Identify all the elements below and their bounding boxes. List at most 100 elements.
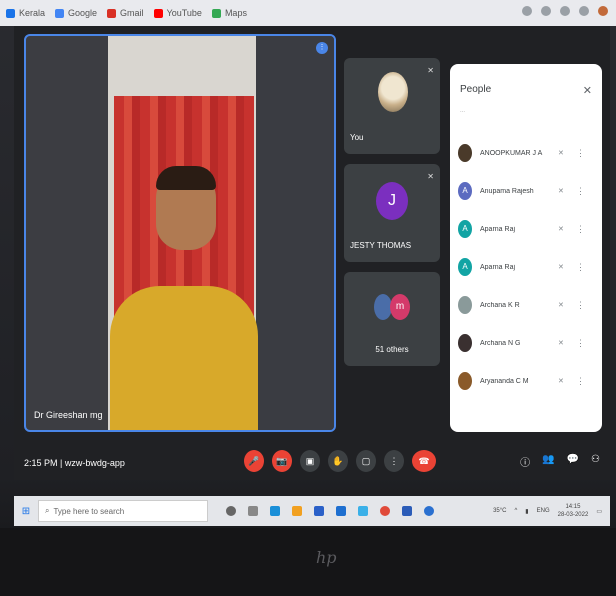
hp-logo: hp (316, 548, 337, 567)
camera-toggle-button[interactable]: 📷 (272, 450, 292, 472)
battery-icon[interactable]: ▮ (525, 508, 528, 515)
cortana-icon[interactable] (226, 506, 236, 516)
explorer-icon[interactable] (314, 506, 324, 516)
search-hint[interactable]: ... (460, 108, 590, 118)
list-item[interactable]: A Aparna Raj ✕ ⋮ (458, 210, 598, 248)
chat-icon[interactable]: 💬 (567, 454, 579, 469)
mic-off-icon: ✕ (558, 150, 564, 157)
raise-hand-button[interactable]: ✋ (328, 450, 348, 472)
search-placeholder: Type here to search (53, 506, 125, 516)
avatar: A (458, 220, 472, 238)
participant-name: Anupama Rajesh (480, 187, 534, 195)
avatar (458, 372, 472, 390)
participant-name: Archana K R (480, 301, 520, 309)
taskbar-search[interactable]: ⌕ Type here to search (38, 500, 208, 522)
mic-off-icon: ✕ (558, 378, 564, 385)
more-options-icon[interactable]: ⋮ (576, 148, 585, 159)
windows-start-icon[interactable]: ⊞ (14, 506, 38, 517)
participant-list: ANOOPKUMAR J A ✕ ⋮ A Anupama Rajesh ✕ ⋮ A Apar… (458, 134, 598, 400)
bookmark-item[interactable]: YouTube (153, 8, 202, 18)
gmail-icon (107, 8, 117, 18)
meeting-controls-bar: 2:15 PM | wzw-bwdg-app 🎤 📷 ▣ ✋ ▢ ⋮ ☎ ⓘ 👥… (14, 446, 610, 480)
weather-text[interactable]: 35°C (493, 508, 506, 514)
avatar: A (458, 258, 472, 276)
list-item[interactable]: A Anupama Rajesh ✕ ⋮ (458, 172, 598, 210)
system-tray: 35°C ^ ▮ ENG 14:15 28-03-2022 ▭ (493, 503, 602, 519)
avatar: m (390, 294, 410, 320)
language-text[interactable]: ENG (537, 508, 550, 514)
meeting-code: wzw-bwdg-app (64, 458, 125, 468)
captions-button[interactable]: ▣ (300, 450, 320, 472)
word-icon[interactable] (402, 506, 412, 516)
profile-avatar[interactable] (598, 6, 608, 16)
notification-icon[interactable]: ▭ (596, 508, 602, 515)
speaker-body (110, 286, 258, 430)
bookmark-item[interactable]: Gmail (107, 8, 144, 18)
people-panel: People ✕ ... ANOOPKUMAR J A ✕ ⋮ A Anupama R… (450, 64, 602, 432)
more-options-icon[interactable]: ⋮ (576, 224, 585, 235)
participant-tile[interactable]: J ✕ JESTY THOMAS (344, 164, 440, 262)
app-icon[interactable] (358, 506, 368, 516)
others-count: 51 others (375, 345, 409, 354)
info-icon[interactable]: ⓘ (520, 454, 530, 469)
participant-name: Aparna Raj (480, 263, 516, 271)
list-item[interactable]: Archana N G ✕ ⋮ (458, 324, 598, 362)
self-video-tile[interactable]: ✕ You (344, 58, 440, 154)
participant-name: Archana N G (480, 339, 521, 347)
present-button[interactable]: ▢ (356, 450, 376, 472)
taskbar-apps (226, 506, 434, 516)
mic-off-icon: ✕ (558, 302, 564, 309)
more-options-button[interactable]: ⋮ (384, 450, 404, 472)
speaker-hair (156, 166, 216, 190)
more-options-icon[interactable]: ⋮ (576, 300, 585, 311)
avatar: J (376, 182, 408, 220)
chevron-up-icon[interactable]: ^ (514, 508, 517, 514)
mic-toggle-button[interactable]: 🎤 (244, 450, 264, 472)
list-item[interactable]: ANOOPKUMAR J A ✕ ⋮ (458, 134, 598, 172)
task-view-icon[interactable] (248, 506, 258, 516)
mail-icon[interactable] (336, 506, 346, 516)
video-shadow (256, 36, 334, 430)
more-options-icon[interactable]: ⋮ (576, 376, 585, 387)
panel-title: People (460, 84, 492, 95)
clock-time: 14:15 (565, 504, 581, 510)
app-icon[interactable] (424, 506, 434, 516)
extension-icon[interactable] (541, 6, 551, 16)
more-options-icon[interactable]: ⋮ (576, 338, 585, 349)
bookmark-item[interactable]: Kerala (6, 8, 45, 18)
bookmark-label: Maps (224, 8, 247, 18)
bookmarks-bar: Kerala Google Gmail YouTube Maps (0, 0, 616, 26)
bookmark-item[interactable]: Maps (211, 8, 247, 18)
browser-extensions (522, 6, 608, 16)
list-item[interactable]: Aryananda C M ✕ ⋮ (458, 362, 598, 400)
mic-off-icon: ✕ (558, 188, 564, 195)
extension-icon[interactable] (579, 6, 589, 16)
separator: | (60, 458, 63, 468)
others-tile[interactable]: m 51 others (344, 272, 440, 366)
list-item[interactable]: Archana K R ✕ ⋮ (458, 286, 598, 324)
bookmark-item[interactable]: Google (55, 8, 97, 18)
participant-name: You (350, 133, 364, 142)
leave-call-button[interactable]: ☎ (412, 450, 436, 472)
avatar (458, 296, 472, 314)
store-icon[interactable] (292, 506, 302, 516)
list-item[interactable]: A Aparna Raj ✕ ⋮ (458, 248, 598, 286)
people-icon[interactable]: 👥 (542, 454, 554, 469)
more-options-icon[interactable]: ⋮ (576, 262, 585, 273)
taskbar-clock[interactable]: 14:15 28-03-2022 (558, 503, 589, 519)
avatar (378, 72, 408, 112)
screen-frame: Kerala Google Gmail YouTube Maps ⋮ Dr Gi… (0, 0, 616, 596)
activities-icon[interactable]: ⚇ (591, 454, 600, 469)
more-options-icon[interactable]: ⋮ (576, 186, 585, 197)
edge-icon[interactable] (270, 506, 280, 516)
call-controls: 🎤 📷 ▣ ✋ ▢ ⋮ ☎ (244, 450, 436, 472)
participant-name: Aryananda C M (480, 377, 529, 385)
extension-icon[interactable] (522, 6, 532, 16)
meet-stage: ⋮ Dr Gireeshan mg ✕ You J ✕ JESTY THOMAS… (14, 26, 610, 480)
star-icon[interactable] (560, 6, 570, 16)
bookmark-icon (6, 8, 15, 18)
main-video-tile[interactable]: ⋮ Dr Gireeshan mg (24, 34, 336, 432)
close-icon[interactable]: ✕ (583, 84, 592, 97)
windows-taskbar: ⊞ ⌕ Type here to search 35°C ^ ▮ ENG 14:… (14, 496, 610, 526)
chrome-icon[interactable] (380, 506, 390, 516)
